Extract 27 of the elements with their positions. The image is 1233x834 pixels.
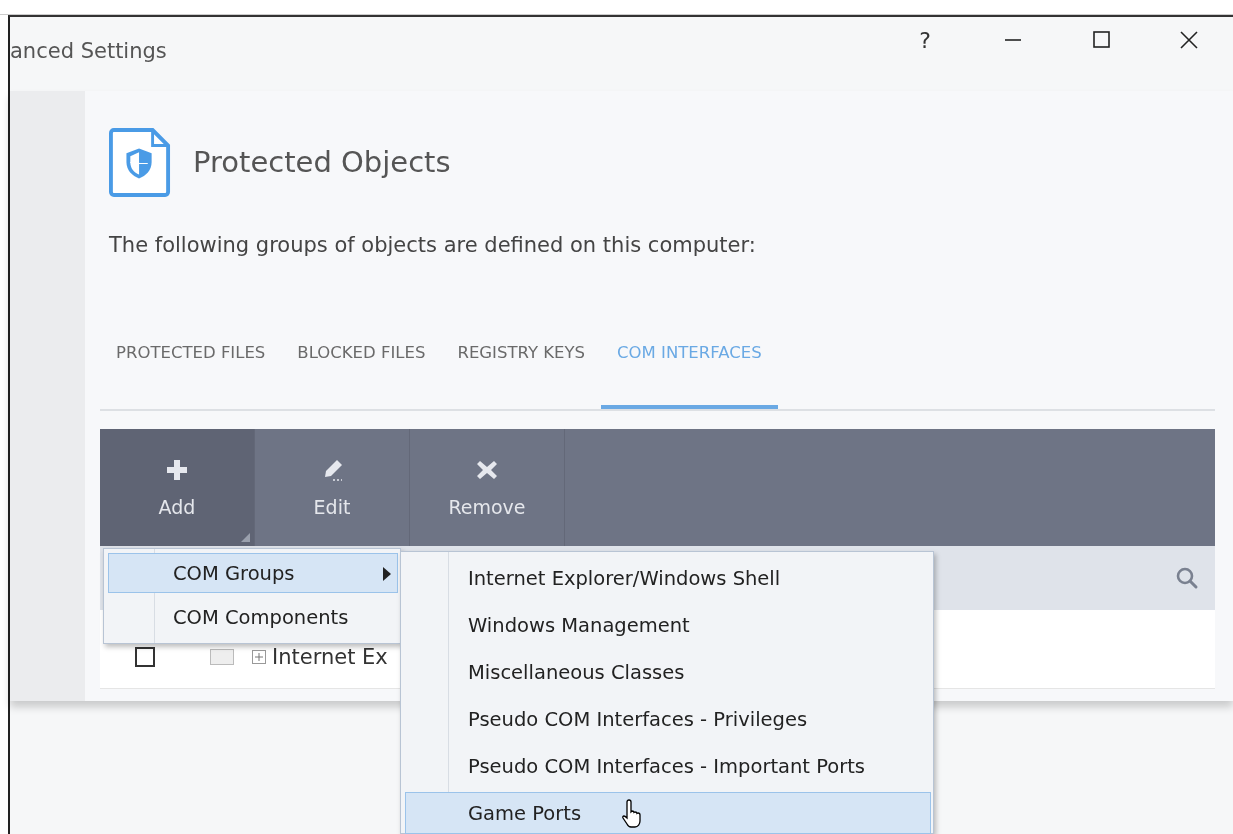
page-title: Protected Objects [193, 145, 451, 179]
tab[interactable]: REGISTRY KEYS [441, 337, 602, 409]
tab[interactable]: BLOCKED FILES [281, 337, 442, 409]
menu-item[interactable]: Internet Explorer/Windows Shell [405, 557, 931, 599]
maximize-icon [1091, 30, 1111, 50]
help-button[interactable]: ? [881, 20, 969, 60]
menu-item[interactable]: Miscellaneous Classes [405, 651, 931, 693]
hand-cursor-icon [622, 798, 644, 828]
tab[interactable]: PROTECTED FILES [100, 337, 282, 409]
description-text: The following groups of objects are defined on this computer: [109, 233, 757, 257]
add-button[interactable]: Add [100, 429, 255, 546]
close-icon [1179, 30, 1199, 50]
checkbox[interactable] [135, 647, 155, 667]
minimize-icon [1005, 39, 1021, 41]
menu-item[interactable]: Game Ports [405, 792, 931, 834]
table-cell: Internet Ex [272, 645, 388, 669]
window-title: anced Settings [10, 39, 167, 63]
submenu-arrow-icon [383, 567, 391, 581]
menu-item[interactable]: Pseudo COM Interfaces - Privileges [405, 698, 931, 740]
expand-icon[interactable] [252, 650, 266, 664]
menu-item[interactable]: COM Groups [108, 553, 398, 593]
plus-icon [165, 457, 189, 482]
search-icon[interactable] [1175, 566, 1199, 590]
menu-item[interactable]: Windows Management [405, 604, 931, 646]
menu-item[interactable]: Pseudo COM Interfaces - Important Ports [405, 745, 931, 787]
document-shield-icon [109, 127, 171, 197]
menu-item[interactable]: COM Components [108, 597, 398, 637]
